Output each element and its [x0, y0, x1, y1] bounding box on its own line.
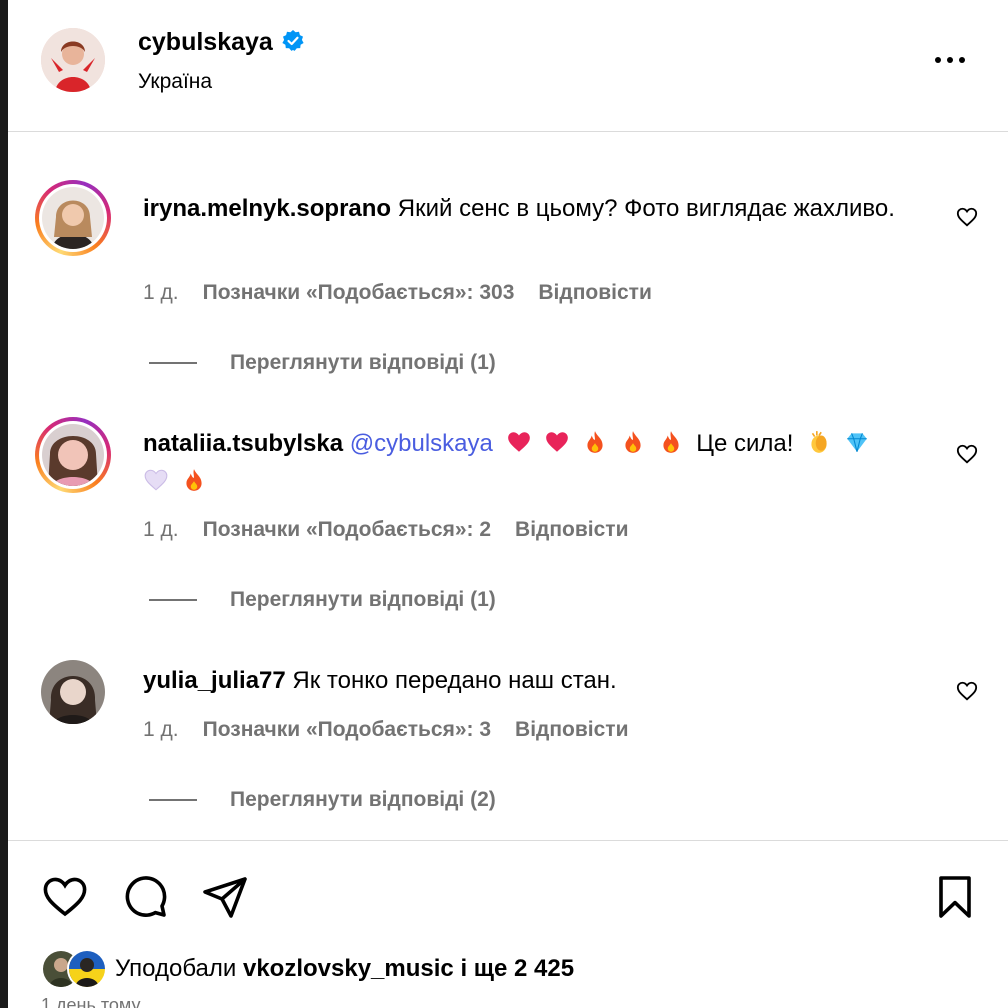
comment-username[interactable]: iryna.melnyk.soprano: [143, 195, 391, 222]
post-panel: cybulskaya Україна Переглянути відповіді…: [8, 0, 1008, 1008]
comment-text: Це сила!: [696, 430, 794, 457]
white-heart-emoji-icon: [144, 469, 168, 491]
comment-body: yulia_julia77 Як тонко передано наш стан…: [143, 662, 913, 700]
commenter-avatar-story-ring[interactable]: [35, 417, 111, 493]
reply-button[interactable]: Відповісти: [515, 718, 628, 742]
replies-divider: [149, 599, 197, 601]
comment-text: Як тонко передано наш стан.: [292, 667, 617, 694]
commenter-avatar[interactable]: [41, 660, 105, 724]
comment-time[interactable]: 1 д.: [143, 281, 179, 305]
comment-text: Який сенс в цьому? Фото виглядає жахливо…: [397, 195, 895, 222]
post-location[interactable]: Україна: [138, 70, 212, 94]
author-name-text[interactable]: cybulskaya: [138, 28, 273, 56]
comment-like-heart-icon[interactable]: [956, 443, 978, 465]
fire-emoji-icon: [662, 431, 679, 453]
reply-button[interactable]: Відповісти: [515, 518, 628, 542]
liker-avatar[interactable]: [67, 949, 107, 989]
view-replies-label[interactable]: Переглянути відповіді (1): [230, 351, 496, 375]
commenter-avatar-story-ring[interactable]: [35, 180, 111, 256]
gem-stone-emoji-icon: [847, 433, 867, 452]
replies-divider: [149, 799, 197, 801]
author-avatar[interactable]: [41, 28, 105, 92]
reply-button[interactable]: Відповісти: [538, 281, 651, 305]
comment-likes-count[interactable]: Позначки «Подобається»: 303: [203, 281, 515, 305]
more-options-icon[interactable]: [932, 48, 968, 72]
comment-mention[interactable]: @cybulskaya: [350, 430, 493, 457]
clapping-hands-emoji-icon: [811, 431, 827, 453]
view-replies-button[interactable]: Переглянути відповіді (2): [149, 788, 496, 812]
replies-divider: [149, 362, 197, 364]
commenter-avatar: [42, 187, 104, 249]
comment-meta: 1 д. Позначки «Подобається»: 3 Відповіст…: [143, 718, 629, 742]
comment-icon[interactable]: [121, 873, 169, 921]
likes-others[interactable]: і ще 2 425: [460, 955, 574, 982]
heart-icon[interactable]: [41, 873, 89, 921]
comment-likes-count[interactable]: Позначки «Подобається»: 2: [203, 518, 491, 542]
fire-emoji-icon: [624, 431, 641, 453]
share-icon[interactable]: [201, 873, 249, 921]
comment-time[interactable]: 1 д.: [143, 718, 179, 742]
comment-meta: 1 д. Позначки «Подобається»: 303 Відпові…: [143, 281, 652, 305]
comment-meta: 1 д. Позначки «Подобається»: 2 Відповіст…: [143, 518, 629, 542]
comment-like-heart-icon[interactable]: [956, 680, 978, 702]
post-date[interactable]: 1 день тому: [41, 995, 140, 1008]
view-replies-button[interactable]: Переглянути відповіді (1): [149, 588, 496, 612]
view-replies-label[interactable]: Переглянути відповіді (2): [230, 788, 496, 812]
likes-text: Уподобали vkozlovsky_music і ще 2 425: [115, 955, 574, 983]
view-replies-button[interactable]: Переглянути відповіді (1): [149, 351, 496, 375]
comment-body: nataliia.tsubylska @cybulskaya Це сила!: [143, 425, 913, 501]
view-replies-label[interactable]: Переглянути відповіді (1): [230, 588, 496, 612]
comment-username[interactable]: nataliia.tsubylska: [143, 430, 343, 457]
fire-emoji-icon: [186, 469, 202, 491]
author-username[interactable]: cybulskaya: [138, 28, 305, 60]
comment-body: iryna.melnyk.soprano Який сенс в цьому? …: [143, 190, 913, 228]
comment-username[interactable]: yulia_julia77: [143, 667, 286, 694]
post-action-bar: Уподобали vkozlovsky_music і ще 2 425 1 …: [8, 840, 1008, 1008]
comment-likes-count[interactable]: Позначки «Подобається»: 3: [203, 718, 491, 742]
red-heart-emoji-icon: [507, 432, 530, 452]
likes-summary: Уподобали vkozlovsky_music і ще 2 425: [41, 949, 574, 989]
liker-username[interactable]: vkozlovsky_music: [243, 955, 454, 982]
likes-prefix: Уподобали: [115, 955, 237, 982]
post-header: cybulskaya Україна: [8, 0, 1008, 132]
verified-badge-icon: [281, 29, 305, 60]
comment-like-heart-icon[interactable]: [956, 206, 978, 228]
bookmark-icon[interactable]: [931, 873, 979, 921]
fire-emoji-icon: [586, 431, 603, 453]
commenter-avatar: [42, 424, 104, 486]
red-heart-emoji-icon: [545, 432, 568, 452]
comment-time[interactable]: 1 д.: [143, 518, 179, 542]
